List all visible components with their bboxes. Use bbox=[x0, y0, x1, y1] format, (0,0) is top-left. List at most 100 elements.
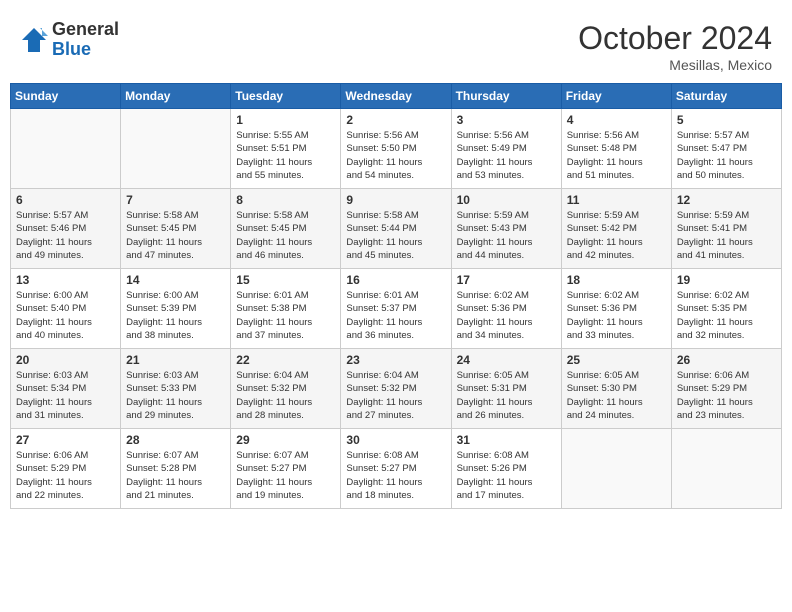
day-info: Sunrise: 6:05 AM Sunset: 5:30 PM Dayligh… bbox=[567, 369, 666, 422]
calendar-cell: 28 Sunrise: 6:07 AM Sunset: 5:28 PM Dayli… bbox=[121, 429, 231, 509]
weekday-monday: Monday bbox=[121, 84, 231, 109]
weekday-wednesday: Wednesday bbox=[341, 84, 451, 109]
day-info: Sunrise: 5:56 AM Sunset: 5:48 PM Dayligh… bbox=[567, 129, 666, 182]
day-number: 29 bbox=[236, 433, 335, 447]
day-info: Sunrise: 5:59 AM Sunset: 5:43 PM Dayligh… bbox=[457, 209, 556, 262]
weekday-friday: Friday bbox=[561, 84, 671, 109]
day-number: 27 bbox=[16, 433, 115, 447]
day-info: Sunrise: 6:05 AM Sunset: 5:31 PM Dayligh… bbox=[457, 369, 556, 422]
calendar-cell bbox=[11, 109, 121, 189]
day-number: 21 bbox=[126, 353, 225, 367]
day-info: Sunrise: 6:03 AM Sunset: 5:34 PM Dayligh… bbox=[16, 369, 115, 422]
day-info: Sunrise: 6:02 AM Sunset: 5:35 PM Dayligh… bbox=[677, 289, 776, 342]
calendar-cell: 14Sunrise: 6:00 AM Sunset: 5:39 PM Dayli… bbox=[121, 269, 231, 349]
day-info: Sunrise: 6:06 AM Sunset: 5:29 PM Dayligh… bbox=[16, 449, 115, 502]
day-info: Sunrise: 6:04 AM Sunset: 5:32 PM Dayligh… bbox=[236, 369, 335, 422]
day-number: 8 bbox=[236, 193, 335, 207]
week-row-5: 27 Sunrise: 6:06 AM Sunset: 5:29 PM Dayli… bbox=[11, 429, 782, 509]
day-info: Sunrise: 6:01 AM Sunset: 5:38 PM Dayligh… bbox=[236, 289, 335, 342]
day-info: Sunrise: 6:02 AM Sunset: 5:36 PM Dayligh… bbox=[457, 289, 556, 342]
day-number: 9 bbox=[346, 193, 445, 207]
calendar-cell: 18 Sunrise: 6:02 AM Sunset: 5:36 PM Dayli… bbox=[561, 269, 671, 349]
day-info: Sunrise: 6:00 AM Sunset: 5:40 PM Dayligh… bbox=[16, 289, 115, 342]
title-area: October 2024 Mesillas, Mexico bbox=[578, 20, 772, 73]
weekday-thursday: Thursday bbox=[451, 84, 561, 109]
day-info: Sunrise: 6:07 AM Sunset: 5:27 PM Dayligh… bbox=[236, 449, 335, 502]
day-number: 22 bbox=[236, 353, 335, 367]
calendar-cell: 10 Sunrise: 5:59 AM Sunset: 5:43 PM Dayli… bbox=[451, 189, 561, 269]
day-info: Sunrise: 6:02 AM Sunset: 5:36 PM Dayligh… bbox=[567, 289, 666, 342]
calendar-cell: 4 Sunrise: 5:56 AM Sunset: 5:48 PM Daylig… bbox=[561, 109, 671, 189]
day-info: Sunrise: 5:59 AM Sunset: 5:42 PM Dayligh… bbox=[567, 209, 666, 262]
calendar-cell: 23Sunrise: 6:04 AM Sunset: 5:32 PM Dayli… bbox=[341, 349, 451, 429]
weekday-saturday: Saturday bbox=[671, 84, 781, 109]
calendar-cell: 22 Sunrise: 6:04 AM Sunset: 5:32 PM Dayli… bbox=[231, 349, 341, 429]
calendar-cell: 20Sunrise: 6:03 AM Sunset: 5:34 PM Dayli… bbox=[11, 349, 121, 429]
location: Mesillas, Mexico bbox=[578, 57, 772, 73]
day-number: 10 bbox=[457, 193, 556, 207]
calendar-cell: 15Sunrise: 6:01 AM Sunset: 5:38 PM Dayli… bbox=[231, 269, 341, 349]
day-number: 5 bbox=[677, 113, 776, 127]
calendar-cell: 11 Sunrise: 5:59 AM Sunset: 5:42 PM Dayli… bbox=[561, 189, 671, 269]
day-number: 17 bbox=[457, 273, 556, 287]
week-row-3: 13 Sunrise: 6:00 AM Sunset: 5:40 PM Dayli… bbox=[11, 269, 782, 349]
calendar-cell: 2Sunrise: 5:56 AM Sunset: 5:50 PM Daylig… bbox=[341, 109, 451, 189]
day-info: Sunrise: 5:57 AM Sunset: 5:46 PM Dayligh… bbox=[16, 209, 115, 262]
day-number: 7 bbox=[126, 193, 225, 207]
calendar-cell: 21 Sunrise: 6:03 AM Sunset: 5:33 PM Dayli… bbox=[121, 349, 231, 429]
day-info: Sunrise: 5:56 AM Sunset: 5:49 PM Dayligh… bbox=[457, 129, 556, 182]
day-info: Sunrise: 5:57 AM Sunset: 5:47 PM Dayligh… bbox=[677, 129, 776, 182]
calendar-cell: 24Sunrise: 6:05 AM Sunset: 5:31 PM Dayli… bbox=[451, 349, 561, 429]
calendar-cell bbox=[671, 429, 781, 509]
day-number: 3 bbox=[457, 113, 556, 127]
day-number: 18 bbox=[567, 273, 666, 287]
day-number: 16 bbox=[346, 273, 445, 287]
day-number: 2 bbox=[346, 113, 445, 127]
logo-icon bbox=[20, 26, 48, 54]
day-number: 13 bbox=[16, 273, 115, 287]
calendar-table: SundayMondayTuesdayWednesdayThursdayFrid… bbox=[10, 83, 782, 509]
day-info: Sunrise: 6:03 AM Sunset: 5:33 PM Dayligh… bbox=[126, 369, 225, 422]
day-number: 26 bbox=[677, 353, 776, 367]
calendar-header: SundayMondayTuesdayWednesdayThursdayFrid… bbox=[11, 84, 782, 109]
logo-general-text: General bbox=[52, 20, 119, 40]
weekday-header-row: SundayMondayTuesdayWednesdayThursdayFrid… bbox=[11, 84, 782, 109]
calendar-cell: 3 Sunrise: 5:56 AM Sunset: 5:49 PM Daylig… bbox=[451, 109, 561, 189]
day-info: Sunrise: 6:08 AM Sunset: 5:27 PM Dayligh… bbox=[346, 449, 445, 502]
week-row-4: 20Sunrise: 6:03 AM Sunset: 5:34 PM Dayli… bbox=[11, 349, 782, 429]
day-info: Sunrise: 5:55 AM Sunset: 5:51 PM Dayligh… bbox=[236, 129, 335, 182]
calendar-cell bbox=[121, 109, 231, 189]
day-number: 12 bbox=[677, 193, 776, 207]
calendar-cell: 5 Sunrise: 5:57 AM Sunset: 5:47 PM Daylig… bbox=[671, 109, 781, 189]
calendar-cell: 12 Sunrise: 5:59 AM Sunset: 5:41 PM Dayli… bbox=[671, 189, 781, 269]
day-info: Sunrise: 5:58 AM Sunset: 5:45 PM Dayligh… bbox=[126, 209, 225, 262]
logo-blue-text: Blue bbox=[52, 40, 119, 60]
day-info: Sunrise: 5:58 AM Sunset: 5:44 PM Dayligh… bbox=[346, 209, 445, 262]
month-title: October 2024 bbox=[578, 20, 772, 57]
calendar-cell: 29 Sunrise: 6:07 AM Sunset: 5:27 PM Dayli… bbox=[231, 429, 341, 509]
day-info: Sunrise: 6:01 AM Sunset: 5:37 PM Dayligh… bbox=[346, 289, 445, 342]
calendar-cell: 16 Sunrise: 6:01 AM Sunset: 5:37 PM Dayli… bbox=[341, 269, 451, 349]
day-number: 30 bbox=[346, 433, 445, 447]
calendar-cell: 7 Sunrise: 5:58 AM Sunset: 5:45 PM Daylig… bbox=[121, 189, 231, 269]
day-info: Sunrise: 6:06 AM Sunset: 5:29 PM Dayligh… bbox=[677, 369, 776, 422]
week-row-2: 6Sunrise: 5:57 AM Sunset: 5:46 PM Daylig… bbox=[11, 189, 782, 269]
calendar-cell: 1 Sunrise: 5:55 AM Sunset: 5:51 PM Daylig… bbox=[231, 109, 341, 189]
day-number: 19 bbox=[677, 273, 776, 287]
day-number: 11 bbox=[567, 193, 666, 207]
day-number: 25 bbox=[567, 353, 666, 367]
day-info: Sunrise: 6:04 AM Sunset: 5:32 PM Dayligh… bbox=[346, 369, 445, 422]
calendar-cell: 13 Sunrise: 6:00 AM Sunset: 5:40 PM Dayli… bbox=[11, 269, 121, 349]
day-info: Sunrise: 6:07 AM Sunset: 5:28 PM Dayligh… bbox=[126, 449, 225, 502]
day-number: 1 bbox=[236, 113, 335, 127]
calendar-cell: 31Sunrise: 6:08 AM Sunset: 5:26 PM Dayli… bbox=[451, 429, 561, 509]
calendar-cell: 8 Sunrise: 5:58 AM Sunset: 5:45 PM Daylig… bbox=[231, 189, 341, 269]
calendar-cell: 9 Sunrise: 5:58 AM Sunset: 5:44 PM Daylig… bbox=[341, 189, 451, 269]
calendar-cell: 26 Sunrise: 6:06 AM Sunset: 5:29 PM Dayli… bbox=[671, 349, 781, 429]
day-number: 28 bbox=[126, 433, 225, 447]
logo: General Blue bbox=[20, 20, 119, 60]
calendar-cell: 27 Sunrise: 6:06 AM Sunset: 5:29 PM Dayli… bbox=[11, 429, 121, 509]
day-number: 4 bbox=[567, 113, 666, 127]
day-info: Sunrise: 5:58 AM Sunset: 5:45 PM Dayligh… bbox=[236, 209, 335, 262]
day-info: Sunrise: 5:59 AM Sunset: 5:41 PM Dayligh… bbox=[677, 209, 776, 262]
